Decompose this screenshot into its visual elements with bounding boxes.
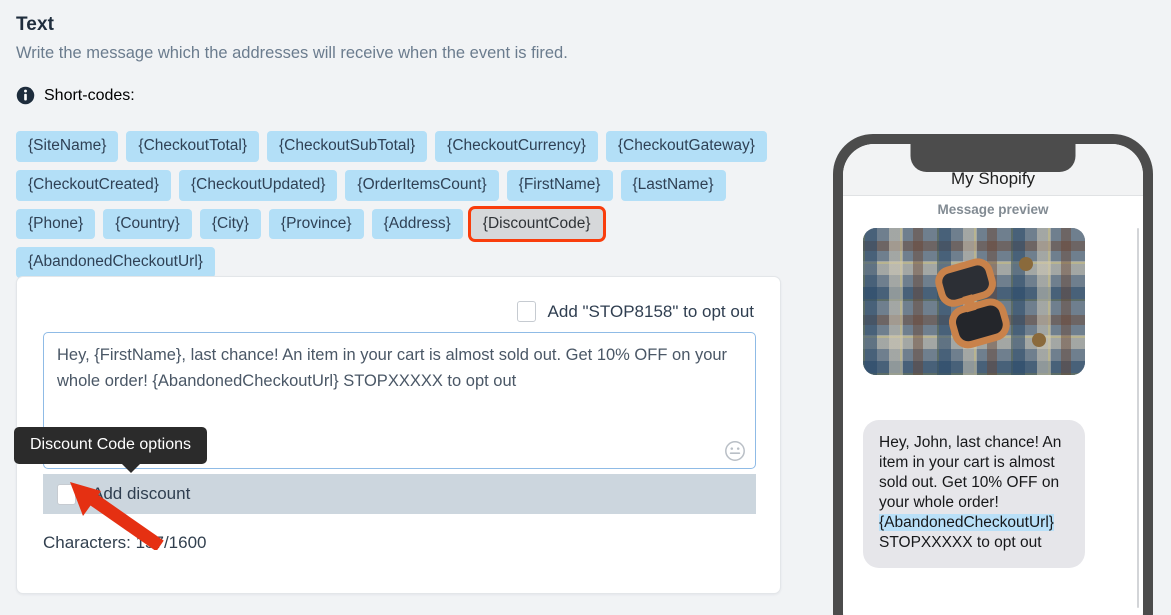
bubble-text-highlighted: {AbandonedCheckoutUrl} xyxy=(879,514,1054,531)
bubble-text-after: STOPXXXXX to opt out xyxy=(879,534,1042,551)
sunglasses-icon xyxy=(935,257,1046,349)
page-root: Text Write the message which the address… xyxy=(0,0,1171,615)
shortcode-chip[interactable]: {OrderItemsCount} xyxy=(345,169,499,201)
add-discount-checkbox[interactable] xyxy=(57,483,76,505)
phone-title: My Shopify xyxy=(950,169,1036,188)
optout-label: Add "STOP8158" to opt out xyxy=(547,301,754,321)
shortcode-chip[interactable]: {CheckoutCreated} xyxy=(16,169,171,201)
character-counter: Characters: 157/1600 xyxy=(43,533,207,552)
page-description: Write the message which the addresses wi… xyxy=(16,44,568,62)
shortcode-chip[interactable]: {CheckoutUpdated} xyxy=(178,169,338,201)
page-title: Text xyxy=(16,14,55,35)
shortcode-chip[interactable]: {CheckoutGateway} xyxy=(605,131,767,162)
shortcode-chip[interactable]: {FirstName} xyxy=(506,169,613,201)
shortcode-chip[interactable]: {SiteName} xyxy=(16,131,119,162)
shortcodes-label: Short-codes: xyxy=(44,86,135,104)
shortcode-chip[interactable]: {Phone} xyxy=(16,208,96,240)
info-circle-icon xyxy=(16,86,35,105)
shortcode-chip[interactable]: {City} xyxy=(199,208,261,240)
phone-notch xyxy=(910,144,1076,172)
add-discount-label: Add discount xyxy=(92,484,191,503)
message-textarea-value: Hey, {FirstName}, last chance! An item i… xyxy=(57,346,732,390)
bubble-text-before: Hey, John, last chance! An item in your … xyxy=(879,434,1062,511)
shortcode-chip[interactable]: {CheckoutCurrency} xyxy=(435,131,598,162)
discount-code-tooltip: Discount Code options xyxy=(14,427,207,473)
shortcode-chip[interactable]: {AbandonedCheckoutUrl} xyxy=(16,247,215,279)
shortcode-chip[interactable]: {CheckoutSubTotal} xyxy=(267,131,428,162)
optout-row[interactable]: Add "STOP8158" to opt out xyxy=(516,301,754,322)
emoji-smiley-icon[interactable] xyxy=(724,440,746,462)
shortcode-chip-list: {SiteName} {CheckoutTotal} {CheckoutSubTot… xyxy=(16,131,776,279)
preview-image xyxy=(863,228,1085,375)
shortcode-chip[interactable]: {CheckoutTotal} xyxy=(126,131,259,162)
add-discount-row[interactable]: Add discount xyxy=(43,474,756,514)
shortcodes-header: Short-codes: xyxy=(16,86,135,105)
phone-screen: My Shopify Message preview Hey, John, la… xyxy=(843,144,1143,615)
shortcode-chip[interactable]: {Country} xyxy=(103,208,192,240)
phone-scrollbar[interactable] xyxy=(1137,228,1139,608)
shortcode-chip[interactable]: {Address} xyxy=(371,208,463,240)
text-settings-panel: Text Write the message which the address… xyxy=(0,0,800,615)
shortcode-chip[interactable]: {LastName} xyxy=(620,169,726,201)
plaid-shirt-image xyxy=(863,228,1085,375)
optout-checkbox[interactable] xyxy=(516,301,536,322)
shortcode-chip[interactable]: {DiscountCode} xyxy=(470,208,603,240)
message-preview-label: Message preview xyxy=(937,202,1049,217)
message-bubble: Hey, John, last chance! An item in your … xyxy=(863,420,1085,568)
shortcode-chip[interactable]: {Province} xyxy=(268,208,364,240)
phone-preview: My Shopify Message preview Hey, John, la… xyxy=(833,134,1153,615)
